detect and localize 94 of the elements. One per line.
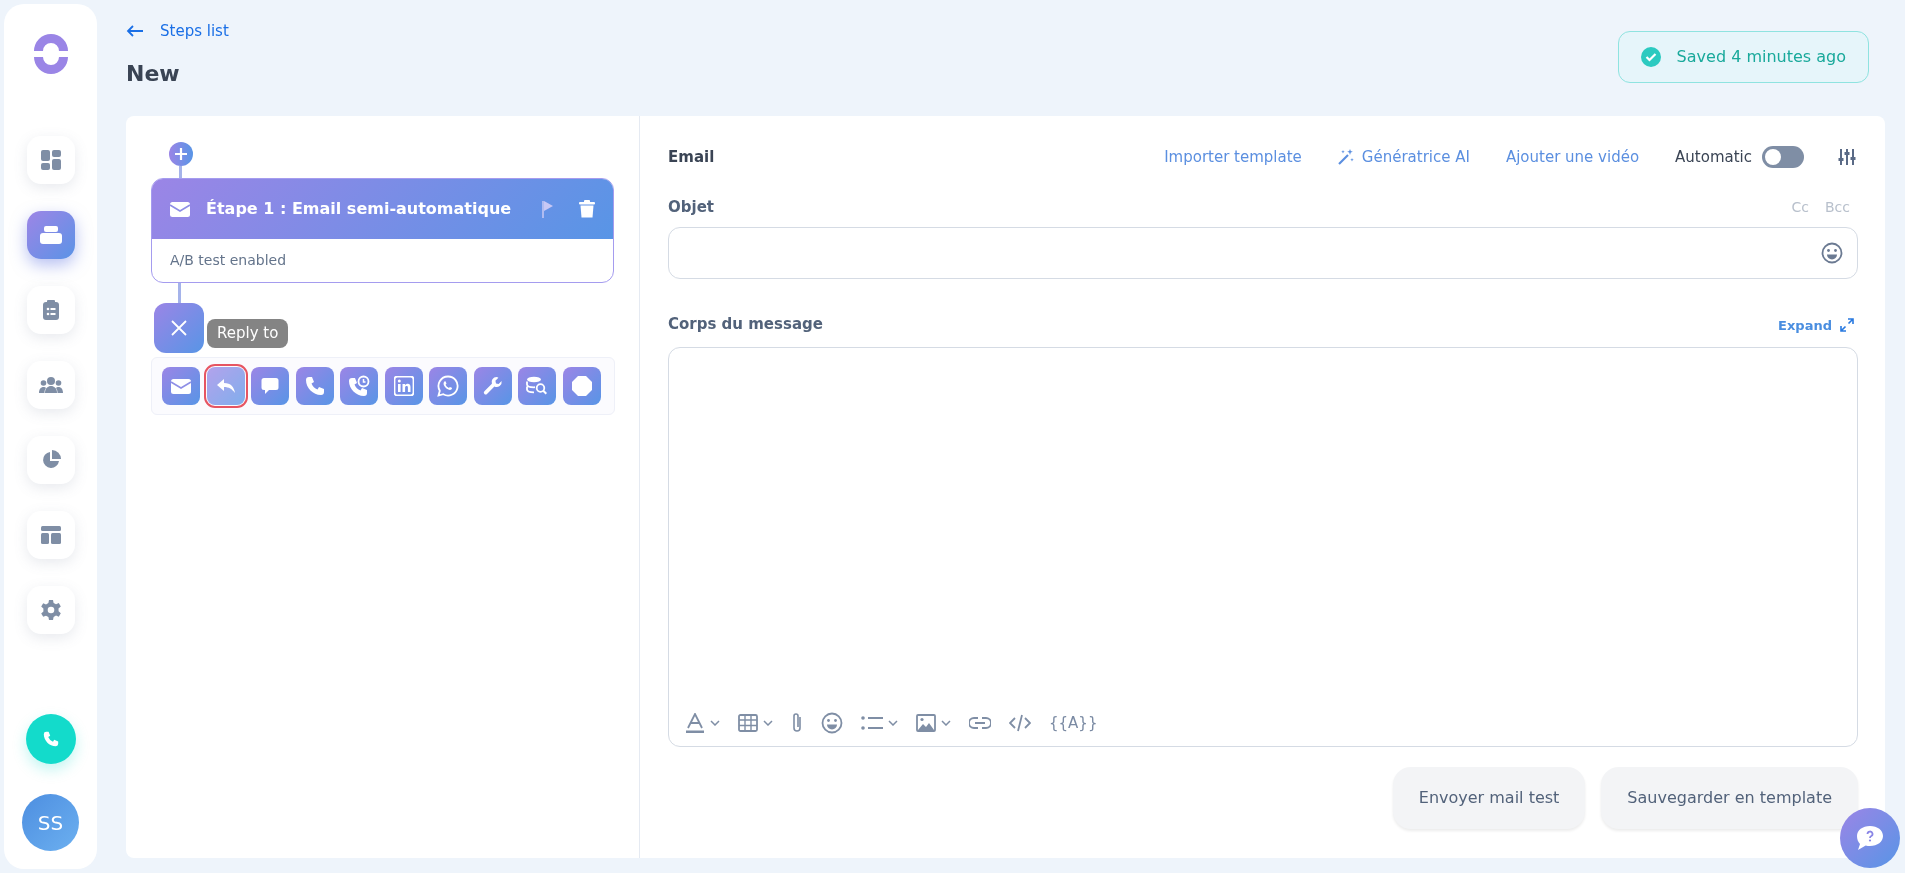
format-button[interactable] bbox=[738, 713, 773, 732]
pie-chart-icon bbox=[40, 450, 61, 470]
nav-item[interactable] bbox=[26, 436, 75, 484]
format-button[interactable] bbox=[916, 713, 951, 732]
action-button[interactable] bbox=[473, 367, 512, 405]
table-icon bbox=[738, 713, 758, 732]
action-button[interactable] bbox=[206, 367, 245, 405]
code-icon bbox=[1009, 713, 1031, 732]
bcc-link[interactable]: Bcc bbox=[1825, 196, 1850, 218]
format-button[interactable] bbox=[969, 716, 991, 729]
phone-icon bbox=[304, 376, 325, 396]
toolbar-link[interactable]: Ajouter une vidéo bbox=[1505, 145, 1640, 169]
automatic-label: Automatic bbox=[1675, 146, 1752, 168]
add-step-icon[interactable] bbox=[169, 142, 193, 166]
action-button[interactable] bbox=[340, 367, 378, 405]
toolbar-link[interactable]: Importer template bbox=[1164, 145, 1302, 169]
phone-clock-icon bbox=[348, 375, 370, 397]
paperclip-icon bbox=[791, 711, 803, 734]
step-subtitle: A/B test enabled bbox=[169, 251, 288, 270]
subject-field[interactable] bbox=[668, 226, 1858, 279]
linkedin-icon bbox=[393, 376, 414, 396]
cc-link[interactable]: Cc bbox=[1791, 196, 1809, 218]
action-button[interactable]: Sauvegarder en template bbox=[1601, 767, 1858, 829]
emoji-icon bbox=[821, 711, 843, 734]
save-status-text: Saved 4 minutes ago bbox=[1676, 46, 1846, 68]
image-icon bbox=[916, 713, 936, 732]
expand-link[interactable]: Expand bbox=[1778, 315, 1854, 335]
body-label: Corps du message bbox=[668, 313, 824, 335]
format-button[interactable] bbox=[791, 711, 803, 734]
nav-item[interactable] bbox=[26, 136, 75, 184]
bullet-list-icon bbox=[861, 714, 883, 731]
page-title: New bbox=[126, 59, 181, 88]
nav-item[interactable] bbox=[26, 211, 75, 259]
action-button[interactable] bbox=[384, 367, 423, 405]
action-button[interactable]: Envoyer mail test bbox=[1392, 767, 1586, 829]
caret-icon bbox=[763, 719, 773, 726]
step-title: Étape 1 : Email semi-automatique bbox=[206, 198, 513, 220]
database-search-icon bbox=[526, 376, 548, 396]
action-button[interactable] bbox=[562, 367, 601, 405]
action-button[interactable] bbox=[162, 367, 200, 405]
nav-item[interactable] bbox=[26, 511, 75, 559]
toolbar-link[interactable]: Génératrice AI bbox=[1337, 145, 1470, 169]
user-avatar[interactable]: SS bbox=[22, 794, 79, 851]
format-button[interactable] bbox=[821, 711, 843, 734]
action-button[interactable] bbox=[295, 367, 334, 405]
inbox-icon bbox=[38, 225, 63, 245]
message-editor[interactable]: {{A}} bbox=[668, 347, 1858, 747]
nav-item[interactable] bbox=[26, 586, 75, 634]
phone-icon bbox=[42, 731, 59, 747]
dashboard-icon bbox=[39, 149, 62, 171]
envelope-icon bbox=[171, 378, 191, 394]
automatic-toggle[interactable] bbox=[1762, 146, 1804, 168]
wrench-icon bbox=[482, 376, 503, 396]
text-color-icon bbox=[685, 712, 705, 733]
magic-wand-icon bbox=[1337, 149, 1354, 165]
close-icon bbox=[171, 320, 187, 336]
caret-icon bbox=[888, 719, 898, 726]
format-button[interactable] bbox=[685, 712, 720, 733]
nav-item[interactable] bbox=[26, 361, 75, 409]
action-button[interactable] bbox=[251, 367, 289, 405]
octagon-icon bbox=[571, 376, 592, 396]
sliders-icon[interactable] bbox=[1838, 148, 1856, 166]
format-button[interactable] bbox=[861, 714, 898, 731]
tooltip: Reply to bbox=[207, 319, 289, 348]
action-button[interactable] bbox=[429, 367, 467, 405]
whatsapp-icon bbox=[437, 375, 459, 397]
variable-button[interactable]: {{A}} bbox=[1049, 711, 1098, 734]
check-circle-icon bbox=[1640, 47, 1661, 67]
back-link[interactable]: Steps list bbox=[126, 20, 229, 43]
team-icon bbox=[38, 376, 63, 394]
expand-icon bbox=[1840, 318, 1854, 333]
editor-title: Email bbox=[668, 146, 716, 168]
layout-icon bbox=[39, 525, 62, 545]
back-arrow-icon bbox=[126, 25, 144, 38]
subject-label: Objet bbox=[668, 197, 715, 218]
action-button[interactable] bbox=[518, 367, 556, 405]
caret-icon bbox=[941, 719, 951, 726]
chat-bubble-icon bbox=[261, 377, 279, 395]
reply-arrow-icon bbox=[215, 378, 236, 394]
emoji-icon bbox=[1821, 241, 1843, 264]
trash-icon[interactable] bbox=[579, 200, 595, 218]
clipboard-icon bbox=[41, 299, 60, 321]
help-button[interactable] bbox=[1840, 808, 1900, 868]
caret-icon bbox=[710, 719, 720, 726]
phone-button[interactable] bbox=[25, 714, 76, 764]
step-card[interactable]: Étape 1 : Email semi-automatique A/B test enabled bbox=[151, 178, 614, 283]
settings-icon bbox=[39, 599, 62, 621]
link-icon bbox=[969, 716, 991, 729]
envelope-icon bbox=[170, 201, 190, 217]
help-chat-icon bbox=[1855, 825, 1885, 851]
format-button[interactable] bbox=[1009, 713, 1031, 732]
flag-icon[interactable] bbox=[541, 200, 555, 218]
close-button[interactable] bbox=[154, 303, 204, 353]
nav-item[interactable] bbox=[26, 286, 75, 334]
